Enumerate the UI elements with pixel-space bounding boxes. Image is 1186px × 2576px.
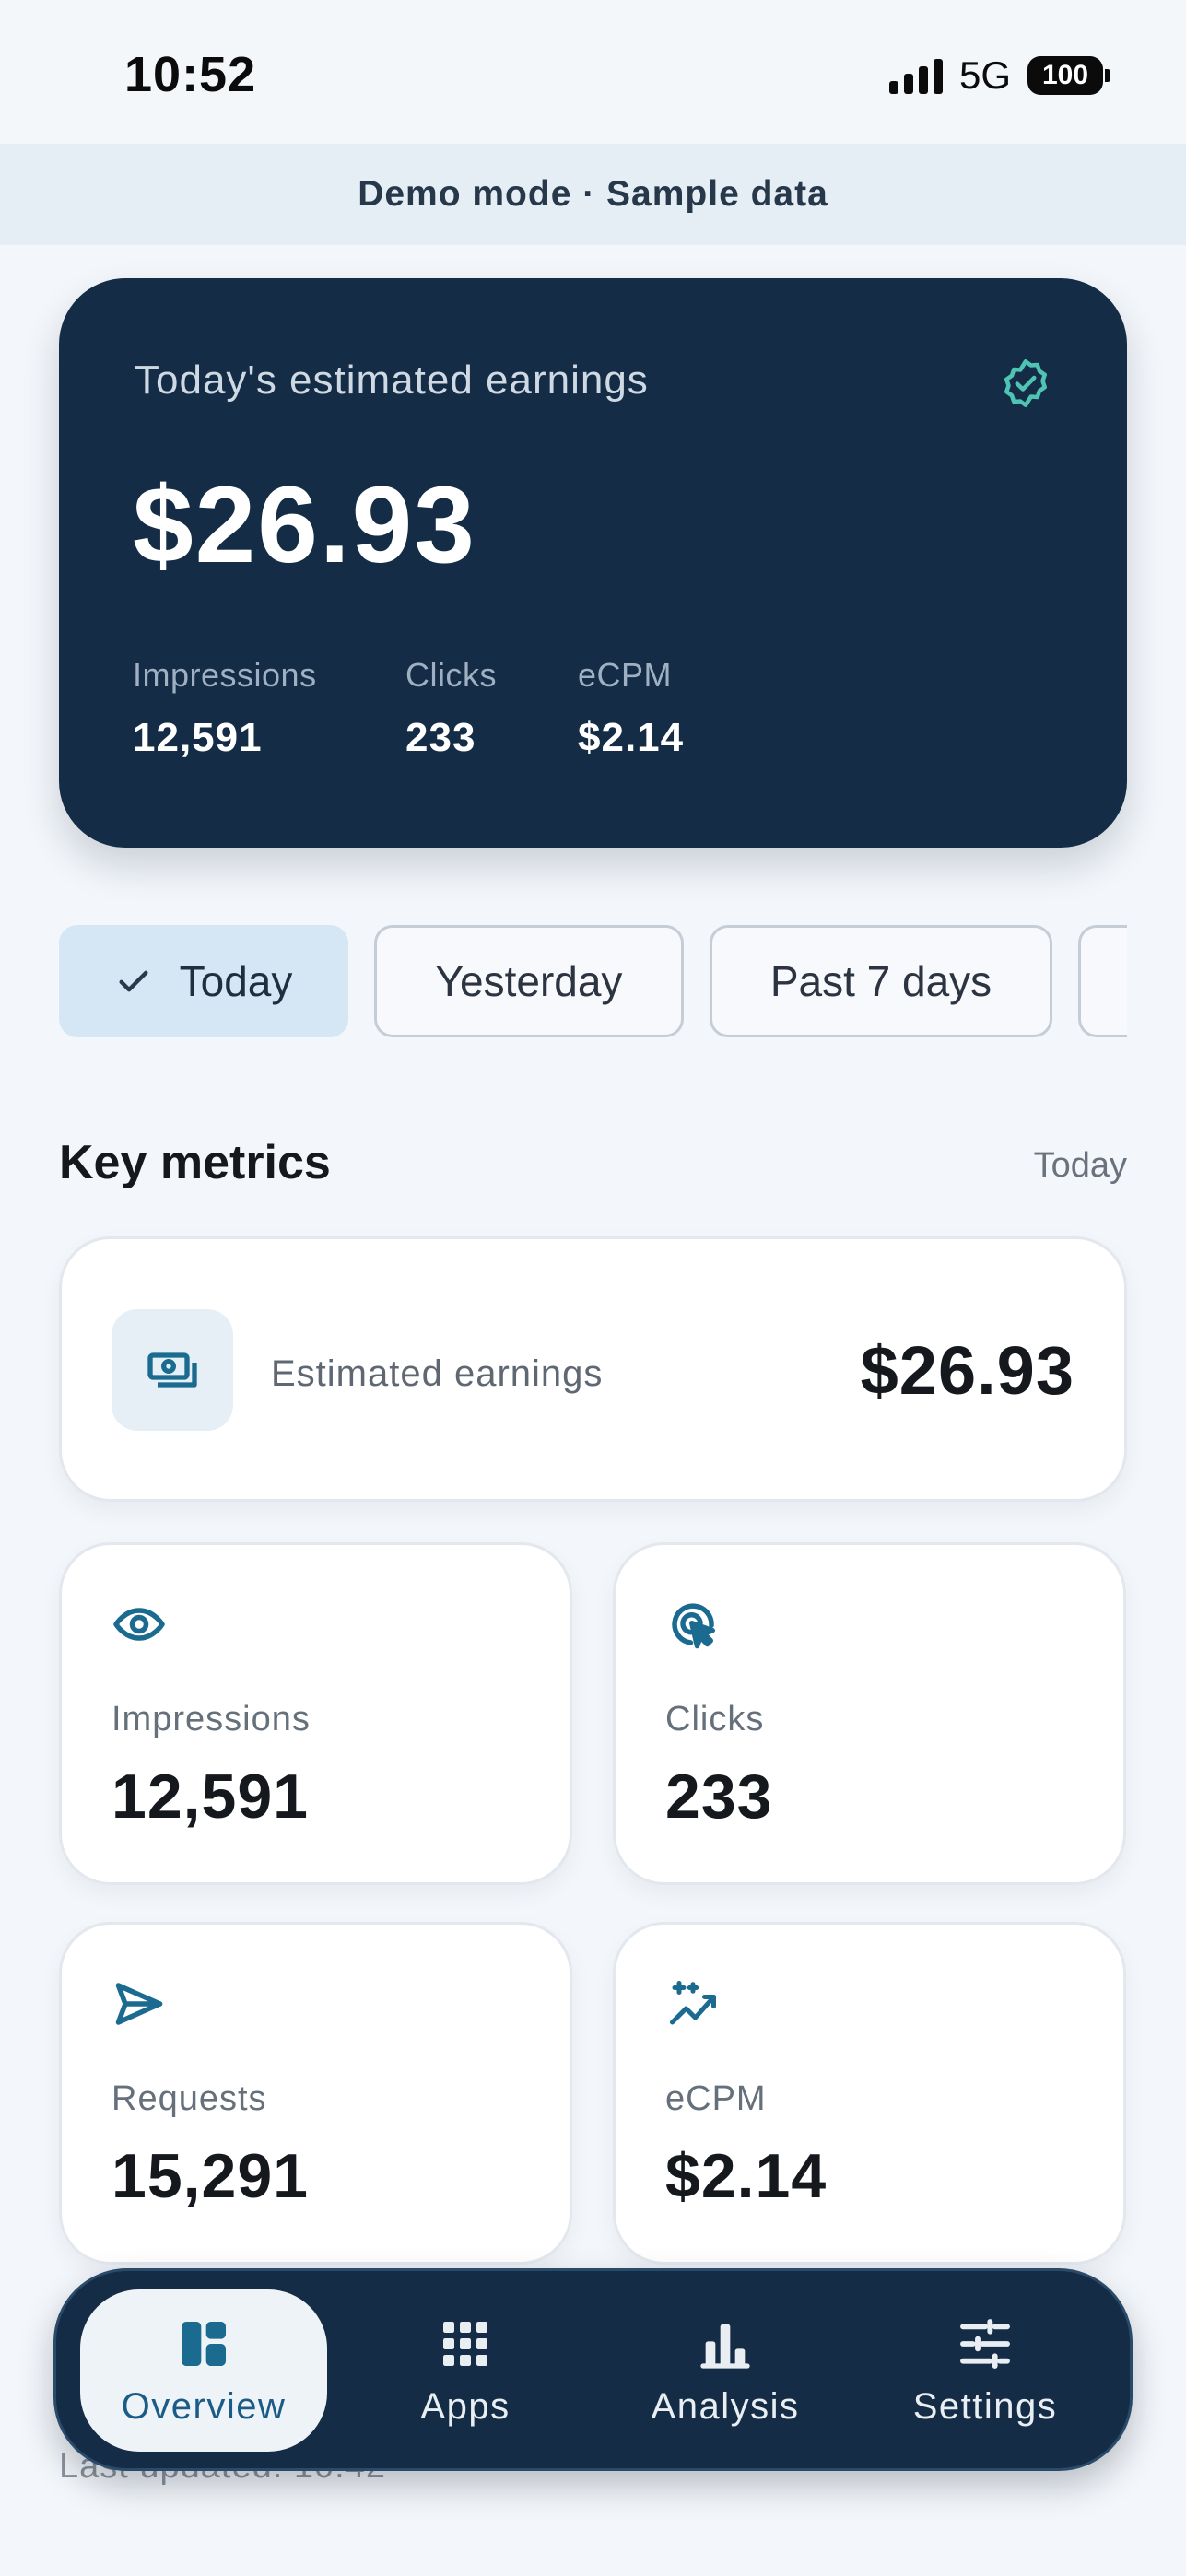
battery-level: 100 — [1027, 56, 1103, 95]
sparkle-trend-icon — [670, 1981, 716, 2025]
hero-stat-impressions: Impressions 12,591 — [133, 656, 317, 761]
cursor-click-icon — [672, 1603, 715, 1649]
section-range-label: Today — [1033, 1146, 1127, 1185]
hero-stat-clicks: Clicks 233 — [405, 656, 497, 761]
dashboard-icon — [182, 2321, 226, 2366]
nav-analysis[interactable]: Analysis — [602, 2289, 849, 2452]
earnings-icon-box — [112, 1309, 233, 1431]
apps-grid-icon — [443, 2321, 487, 2366]
chip-label: Yesterday — [435, 957, 623, 1005]
status-bar: 10:52 5G 100 — [0, 0, 1186, 144]
metric-value: $2.14 — [665, 2141, 828, 2211]
metric-card-clicks[interactable]: Clicks 233 — [613, 1542, 1126, 1885]
filter-chip-yesterday[interactable]: Yesterday — [374, 925, 684, 1037]
hero-stat-value: 233 — [405, 715, 476, 760]
metric-card-impressions[interactable]: Impressions 12,591 — [59, 1542, 572, 1885]
sliders-icon — [960, 2318, 1010, 2369]
nav-settings[interactable]: Settings — [862, 2289, 1109, 2452]
check-icon — [119, 970, 148, 992]
send-icon — [115, 1983, 163, 2025]
hero-stat-label: Impressions — [133, 656, 317, 694]
filter-chip-today[interactable]: Today — [59, 925, 348, 1037]
metric-label: Requests — [112, 2079, 267, 2118]
filter-chip-past-7-days[interactable]: Past 7 days — [710, 925, 1052, 1037]
metric-label: Impressions — [112, 1700, 311, 1739]
hero-stat-ecpm: eCPM $2.14 — [578, 656, 684, 761]
section-title: Key metrics — [59, 1136, 331, 1189]
nav-label: Apps — [420, 2385, 511, 2427]
earnings-value: $26.93 — [860, 1332, 1074, 1409]
bottom-navigation: Overview Apps Analysis Settings — [53, 2268, 1133, 2471]
estimated-earnings-card[interactable]: Estimated earnings $26.93 — [59, 1236, 1127, 1502]
date-filter-chips: Today Yesterday Past 7 days — [59, 925, 1127, 1041]
hero-stat-label: eCPM — [578, 656, 673, 694]
earnings-label: Estimated earnings — [271, 1353, 604, 1394]
nav-label: Settings — [912, 2385, 1058, 2427]
filter-chip-more[interactable] — [1078, 925, 1127, 1037]
network-type: 5G — [958, 53, 1011, 97]
earnings-hero-card: Today's estimated earnings $26.93 Impres… — [59, 278, 1127, 848]
chip-label: Today — [179, 957, 293, 1005]
hero-stat-label: Clicks — [405, 656, 497, 694]
eye-icon — [113, 1608, 165, 1641]
nav-label: Overview — [121, 2385, 287, 2427]
hero-stat-value: $2.14 — [578, 715, 685, 760]
metric-card-ecpm[interactable]: eCPM $2.14 — [613, 1922, 1126, 2265]
status-time: 10:52 — [124, 47, 257, 102]
hero-amount: $26.93 — [133, 464, 476, 586]
bar-chart-icon — [700, 2324, 750, 2369]
nav-label: Analysis — [651, 2385, 800, 2427]
hero-label: Today's estimated earnings — [135, 357, 649, 403]
nav-overview[interactable]: Overview — [80, 2289, 327, 2452]
status-indicators: 5G 100 — [888, 53, 1110, 98]
demo-mode-banner: Demo mode · Sample data — [0, 144, 1186, 245]
verified-badge-icon — [1004, 359, 1047, 407]
signal-icon — [888, 57, 943, 94]
metric-label: Clicks — [665, 1700, 765, 1739]
metric-card-requests[interactable]: Requests 15,291 — [59, 1922, 572, 2265]
metric-label: eCPM — [665, 2079, 767, 2118]
metric-value: 233 — [665, 1762, 773, 1832]
metric-value: 12,591 — [112, 1762, 309, 1832]
battery-icon: 100 — [1027, 56, 1110, 95]
money-icon — [147, 1352, 197, 1388]
chip-label: Past 7 days — [769, 957, 992, 1005]
hero-stat-value: 12,591 — [133, 715, 263, 760]
metric-value: 15,291 — [112, 2141, 309, 2211]
nav-apps[interactable]: Apps — [342, 2289, 589, 2452]
